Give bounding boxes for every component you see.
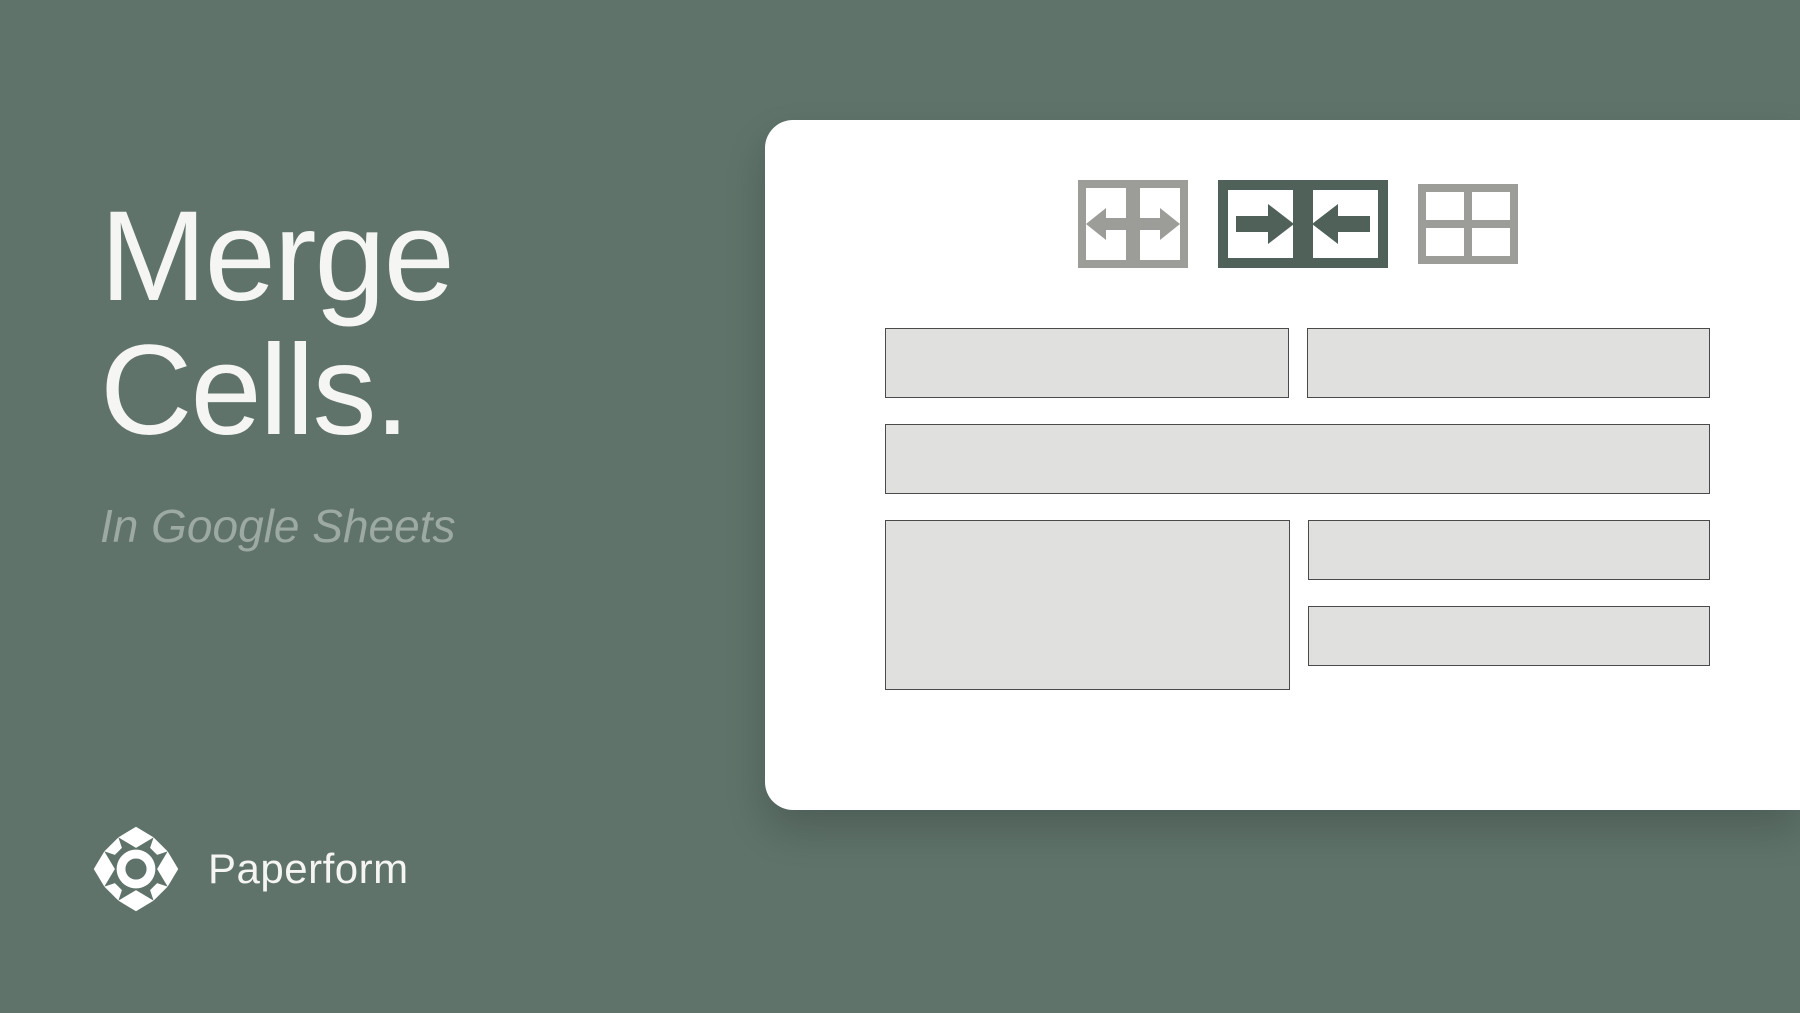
unmerge-icon — [1078, 180, 1188, 268]
cell — [1308, 520, 1711, 580]
cell-row-2 — [885, 424, 1710, 494]
cell-row-3 — [885, 520, 1710, 690]
cell — [1307, 328, 1711, 398]
paperform-logo-icon — [92, 825, 180, 913]
merged-cell — [885, 424, 1710, 494]
brand-name: Paperform — [208, 845, 409, 893]
cell-stack — [1308, 520, 1711, 690]
title-line-1: Merge — [100, 185, 453, 328]
hero-text: Merge Cells. In Google Sheets — [100, 190, 455, 553]
title-line-2: Cells. — [100, 319, 408, 462]
illustration-card — [765, 120, 1800, 810]
page-subtitle: In Google Sheets — [100, 499, 455, 553]
merged-cell-vertical — [885, 520, 1290, 690]
cell — [885, 328, 1289, 398]
cells-illustration — [875, 328, 1720, 690]
grid-icon — [1418, 184, 1518, 264]
page-title: Merge Cells. — [100, 190, 455, 459]
brand-mark: Paperform — [92, 825, 409, 913]
merge-horizontal-icon — [1218, 180, 1388, 268]
merge-toolbar — [875, 180, 1720, 268]
cell-row-1 — [885, 328, 1710, 398]
cell — [1308, 606, 1711, 666]
